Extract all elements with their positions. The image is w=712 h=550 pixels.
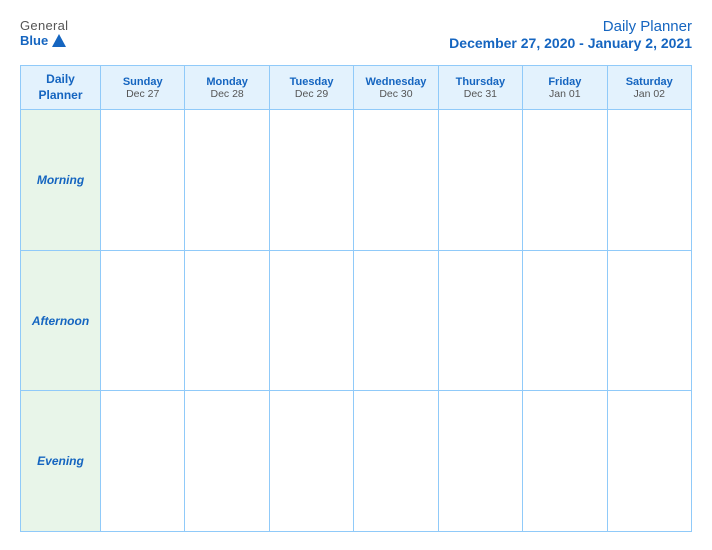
- row-label-evening: Evening: [21, 391, 101, 532]
- table-row-morning: Morning: [21, 110, 692, 251]
- col-header-monday: Monday Dec 28: [185, 66, 269, 110]
- cell-evening-wednesday[interactable]: [354, 391, 438, 532]
- cell-afternoon-wednesday[interactable]: [354, 250, 438, 391]
- row-label-afternoon: Afternoon: [21, 250, 101, 391]
- col-header-sunday: Sunday Dec 27: [101, 66, 185, 110]
- logo: General Blue: [20, 18, 68, 48]
- logo-triangle-icon: [52, 34, 66, 47]
- title-block: Daily Planner December 27, 2020 - Januar…: [449, 18, 692, 51]
- cell-morning-thursday[interactable]: [438, 110, 522, 251]
- cell-evening-thursday[interactable]: [438, 391, 522, 532]
- cell-evening-sunday[interactable]: [101, 391, 185, 532]
- planner-title: Daily Planner: [449, 18, 692, 35]
- cell-morning-saturday[interactable]: [607, 110, 691, 251]
- cell-morning-wednesday[interactable]: [354, 110, 438, 251]
- cell-evening-tuesday[interactable]: [269, 391, 353, 532]
- cell-evening-saturday[interactable]: [607, 391, 691, 532]
- table-row-afternoon: Afternoon: [21, 250, 692, 391]
- cell-morning-friday[interactable]: [523, 110, 607, 251]
- cell-afternoon-monday[interactable]: [185, 250, 269, 391]
- cell-morning-tuesday[interactable]: [269, 110, 353, 251]
- cell-evening-friday[interactable]: [523, 391, 607, 532]
- col-header-friday: Friday Jan 01: [523, 66, 607, 110]
- col-header-saturday: Saturday Jan 02: [607, 66, 691, 110]
- cell-morning-monday[interactable]: [185, 110, 269, 251]
- cell-afternoon-friday[interactable]: [523, 250, 607, 391]
- col-header-tuesday: Tuesday Dec 29: [269, 66, 353, 110]
- cell-afternoon-tuesday[interactable]: [269, 250, 353, 391]
- col-header-thursday: Thursday Dec 31: [438, 66, 522, 110]
- planner-table: DailyPlanner Sunday Dec 27 Monday Dec 28…: [20, 65, 692, 532]
- col-header-wednesday: Wednesday Dec 30: [354, 66, 438, 110]
- cell-afternoon-thursday[interactable]: [438, 250, 522, 391]
- col-header-label: DailyPlanner: [21, 66, 101, 110]
- cell-evening-monday[interactable]: [185, 391, 269, 532]
- row-label-morning: Morning: [21, 110, 101, 251]
- table-header-row: DailyPlanner Sunday Dec 27 Monday Dec 28…: [21, 66, 692, 110]
- cell-afternoon-sunday[interactable]: [101, 250, 185, 391]
- logo-blue-text: Blue: [20, 33, 66, 48]
- logo-general-text: General: [20, 18, 68, 33]
- page-header: General Blue Daily Planner December 27, …: [20, 18, 692, 51]
- cell-morning-sunday[interactable]: [101, 110, 185, 251]
- table-row-evening: Evening: [21, 391, 692, 532]
- planner-date-range: December 27, 2020 - January 2, 2021: [449, 35, 692, 51]
- cell-afternoon-saturday[interactable]: [607, 250, 691, 391]
